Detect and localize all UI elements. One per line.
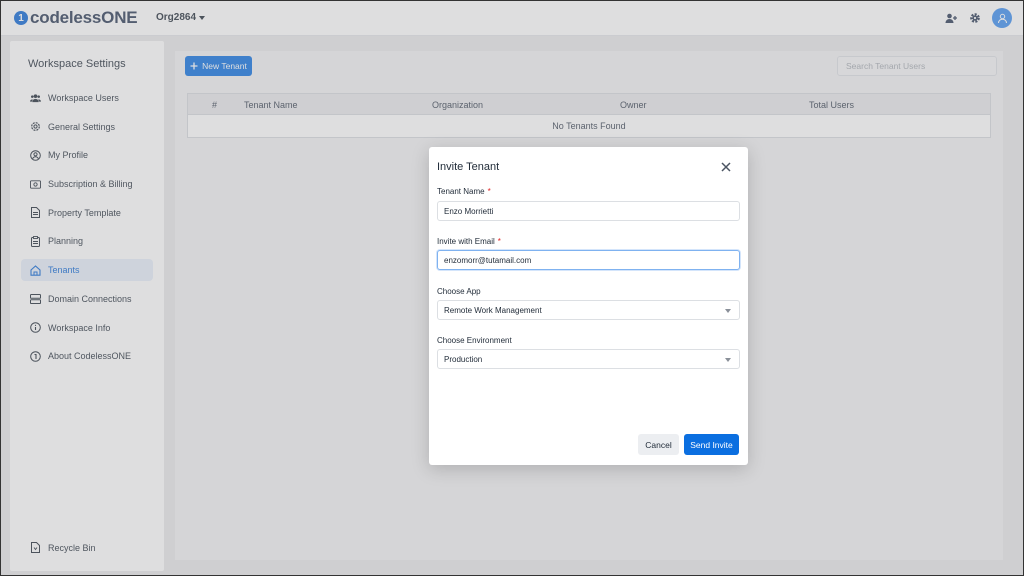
tenant-name-label-text: Tenant Name <box>437 187 485 196</box>
email-field[interactable] <box>437 250 740 270</box>
choose-environment-label: Choose Environment <box>437 336 512 345</box>
choose-app-label: Choose App <box>437 287 481 296</box>
required-marker: * <box>487 187 491 196</box>
email-label: Invite with Email * <box>437 237 501 246</box>
send-invite-button[interactable]: Send Invite <box>684 434 739 455</box>
choose-environment-value: Production <box>444 354 483 364</box>
required-marker: * <box>497 237 501 246</box>
tenant-name-field[interactable] <box>437 201 740 221</box>
close-icon[interactable] <box>720 161 732 173</box>
tenant-name-label: Tenant Name * <box>437 187 491 196</box>
choose-app-value: Remote Work Management <box>444 305 542 315</box>
cancel-button[interactable]: Cancel <box>638 434 679 455</box>
chevron-down-icon <box>725 358 731 362</box>
email-label-text: Invite with Email <box>437 237 495 246</box>
chevron-down-icon <box>725 309 731 313</box>
choose-app-select[interactable]: Remote Work Management <box>437 300 740 320</box>
modal-title: Invite Tenant <box>437 161 500 173</box>
choose-environment-select[interactable]: Production <box>437 349 740 369</box>
invite-tenant-modal: Invite Tenant Tenant Name* Invite with E… <box>429 147 748 465</box>
